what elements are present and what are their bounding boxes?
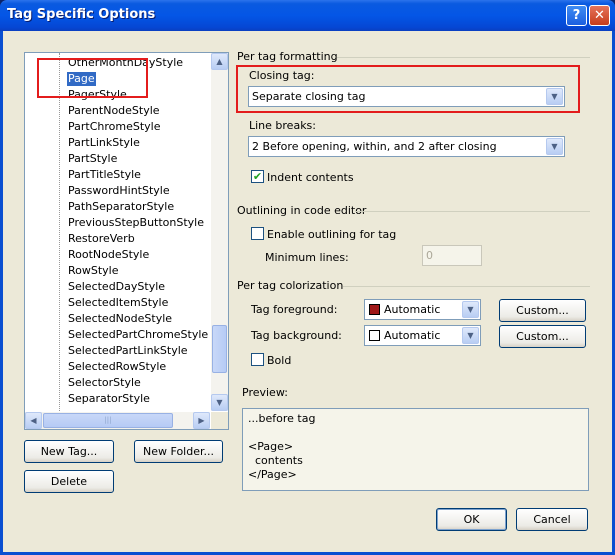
line-breaks-label: Line breaks: xyxy=(249,119,316,132)
tree-item-partchromestyle[interactable]: PartChromeStyle xyxy=(67,120,162,134)
tree-item-parttitlestyle[interactable]: PartTitleStyle xyxy=(67,168,142,182)
new-folder-button[interactable]: New Folder... xyxy=(134,440,223,463)
tree-item-partlinkstyle[interactable]: PartLinkStyle xyxy=(67,136,141,150)
tag-tree-items: OtherMonthDayStyle Page PagerStyle Paren… xyxy=(25,53,210,411)
line-breaks-value: 2 Before opening, within, and 2 after cl… xyxy=(252,140,497,153)
preview-label: Preview: xyxy=(242,386,288,399)
tree-item-selectedrowstyle[interactable]: SelectedRowStyle xyxy=(67,360,167,374)
tree-item-pathseparatorstyle[interactable]: PathSeparatorStyle xyxy=(67,200,175,214)
tag-foreground-dropdown[interactable]: Automatic ▼ xyxy=(364,299,481,320)
minimum-lines-label: Minimum lines: xyxy=(265,251,349,264)
custom-background-button[interactable]: Custom... xyxy=(499,325,586,348)
scroll-down-icon[interactable]: ▼ xyxy=(211,394,228,411)
tag-tree[interactable]: OtherMonthDayStyle Page PagerStyle Paren… xyxy=(24,52,229,430)
chevron-down-icon[interactable]: ▼ xyxy=(462,301,479,318)
tree-item-rowstyle[interactable]: RowStyle xyxy=(67,264,120,278)
tag-specific-options-dialog: Tag Specific Options ? ✕ OtherMonthDaySt… xyxy=(0,0,615,555)
close-button[interactable]: ✕ xyxy=(589,5,610,26)
preview-line: contents xyxy=(248,454,303,467)
horizontal-scroll-thumb[interactable]: ||| xyxy=(43,413,173,428)
tree-item-selectedpartchromestyle[interactable]: SelectedPartChromeStyle xyxy=(67,328,209,342)
section-divider xyxy=(337,57,590,58)
colorization-header: Per tag colorization xyxy=(237,279,344,292)
tag-foreground-value: Automatic xyxy=(384,303,441,316)
help-button[interactable]: ? xyxy=(566,5,587,26)
tree-item-selectednodestyle[interactable]: SelectedNodeStyle xyxy=(67,312,173,326)
section-divider xyxy=(343,286,590,287)
preview-line: <Page> xyxy=(248,440,294,453)
delete-button[interactable]: Delete xyxy=(24,470,114,493)
tree-item-selectorstyle[interactable]: SelectorStyle xyxy=(67,376,142,390)
scroll-up-icon[interactable]: ▲ xyxy=(211,53,228,70)
line-breaks-dropdown[interactable]: 2 Before opening, within, and 2 after cl… xyxy=(248,136,565,157)
outlining-header: Outlining in code editor xyxy=(237,204,367,217)
vertical-scroll-thumb[interactable] xyxy=(212,325,227,373)
tag-background-dropdown[interactable]: Automatic ▼ xyxy=(364,325,481,346)
minimum-lines-input[interactable]: 0 xyxy=(422,245,482,266)
title-bar: Tag Specific Options ? ✕ xyxy=(0,0,615,31)
preview-line: ...before tag xyxy=(248,412,316,425)
preview-pane: ...before tag <Page> contents </Page> xyxy=(242,408,589,491)
tree-item-selecteditemstyle[interactable]: SelectedItemStyle xyxy=(67,296,169,310)
preview-line: </Page> xyxy=(248,468,297,481)
annotation-highlight-box xyxy=(37,58,148,98)
tag-background-label: Tag background: xyxy=(251,329,342,342)
window-title: Tag Specific Options xyxy=(7,7,156,22)
cancel-button[interactable]: Cancel xyxy=(516,508,588,531)
scroll-left-icon[interactable]: ◀ xyxy=(25,412,42,429)
tree-item-restoreverb[interactable]: RestoreVerb xyxy=(67,232,136,246)
tree-horizontal-scrollbar[interactable]: ◀ ||| ▶ xyxy=(25,412,210,429)
section-divider xyxy=(355,211,590,212)
bold-checkbox[interactable] xyxy=(251,353,264,366)
scroll-right-icon[interactable]: ▶ xyxy=(193,412,210,429)
chevron-down-icon[interactable]: ▼ xyxy=(462,327,479,344)
close-icon: ✕ xyxy=(594,8,605,23)
background-color-swatch xyxy=(369,330,380,341)
indent-contents-checkbox[interactable]: ✔ xyxy=(251,170,264,183)
new-tag-button[interactable]: New Tag... xyxy=(24,440,114,463)
tree-item-rootnodestyle[interactable]: RootNodeStyle xyxy=(67,248,150,262)
tree-item-partstyle[interactable]: PartStyle xyxy=(67,152,118,166)
indent-contents-label[interactable]: Indent contents xyxy=(267,171,354,184)
custom-foreground-button[interactable]: Custom... xyxy=(499,299,586,322)
tree-item-selecteddaystyle[interactable]: SelectedDayStyle xyxy=(67,280,166,294)
tree-item-previousstepbuttonstyle[interactable]: PreviousStepButtonStyle xyxy=(67,216,205,230)
bold-label[interactable]: Bold xyxy=(267,354,291,367)
dialog-body: OtherMonthDayStyle Page PagerStyle Paren… xyxy=(3,31,612,552)
tree-item-parentnodestyle[interactable]: ParentNodeStyle xyxy=(67,104,161,118)
tag-foreground-label: Tag foreground: xyxy=(251,303,338,316)
enable-outlining-checkbox[interactable] xyxy=(251,227,264,240)
tree-item-separatorstyle[interactable]: SeparatorStyle xyxy=(67,392,151,406)
chevron-down-icon[interactable]: ▼ xyxy=(546,138,563,155)
foreground-color-swatch xyxy=(369,304,380,315)
per-tag-formatting-header: Per tag formatting xyxy=(237,50,338,63)
tree-item-selectedpartlinkstyle[interactable]: SelectedPartLinkStyle xyxy=(67,344,189,358)
tree-vertical-scrollbar[interactable]: ▲ ▼ xyxy=(211,53,228,411)
tree-connector-line xyxy=(59,53,60,411)
ok-button[interactable]: OK xyxy=(436,508,507,531)
tree-item-passwordhintstyle[interactable]: PasswordHintStyle xyxy=(67,184,171,198)
enable-outlining-label[interactable]: Enable outlining for tag xyxy=(267,228,396,241)
tag-background-value: Automatic xyxy=(384,329,441,342)
scrollbar-corner xyxy=(211,412,228,429)
annotation-highlight-box xyxy=(236,65,580,113)
